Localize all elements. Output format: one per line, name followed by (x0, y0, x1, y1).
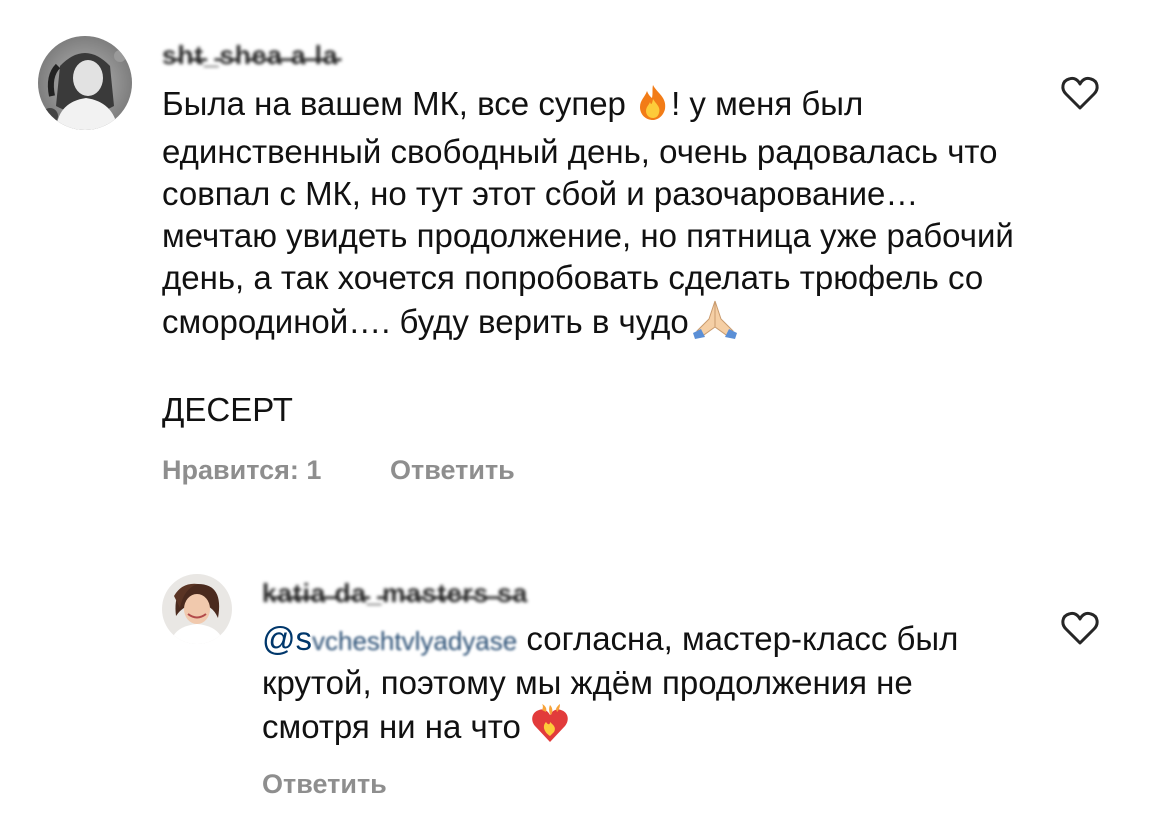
avatar[interactable] (38, 36, 132, 130)
folded-hands-icon (689, 299, 741, 349)
reply-text: @svcheshtvlyadyase согласна, мастер-клас… (262, 618, 982, 754)
reply-button[interactable]: Ответить (262, 769, 387, 800)
reply-username[interactable]: k̵a̵t̵i̵a̵ ̵d̵a̵_̵m̵a̵s̵t̵e̵r̵s̵ ̵s̵a (262, 578, 528, 609)
heart-on-fire-icon (530, 704, 570, 754)
reply-button[interactable]: Ответить (390, 455, 515, 486)
comments-section: s̵h̵t̵_̵s̵h̵e̵a̵ ̵a̵ ̵l̵a̵ Была на вашем… (0, 0, 1170, 823)
comment-text-part: ! у меня был единственный свободный день… (162, 85, 1014, 340)
avatar[interactable] (162, 574, 232, 644)
comment-tag: ДЕСЕРТ (162, 391, 293, 428)
fire-icon (635, 83, 671, 131)
comment-text-part: Была на вашем МК, все супер (162, 85, 636, 122)
comment-text: Была на вашем МК, все супер ! у меня был… (162, 83, 1022, 349)
likes-count[interactable]: Нравится: 1 (162, 455, 321, 486)
like-heart-icon[interactable] (1060, 610, 1100, 646)
like-heart-icon[interactable] (1060, 75, 1100, 111)
mention-username[interactable]: vcheshtvlyadyase (312, 620, 517, 662)
comment-username[interactable]: s̵h̵t̵_̵s̵h̵e̵a̵ ̵a̵ ̵l̵a̵ (162, 40, 338, 71)
mention-link[interactable]: @svcheshtvlyadyase (262, 620, 517, 657)
